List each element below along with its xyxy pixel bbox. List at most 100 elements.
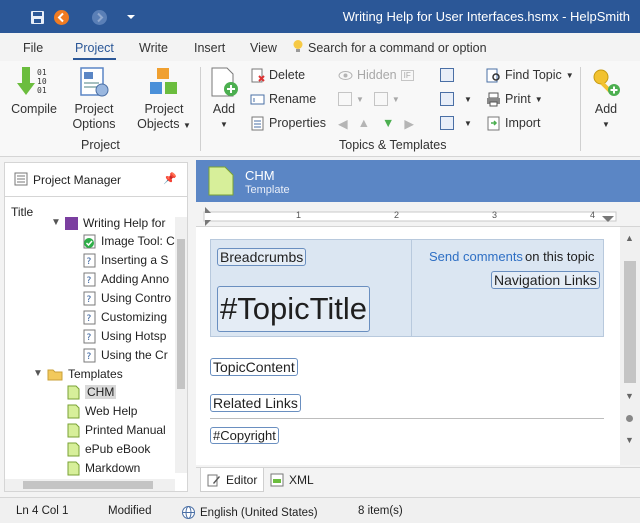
compile-button[interactable]: 01 10 01 Compile	[10, 65, 58, 117]
topic-question-icon: ?	[83, 348, 96, 362]
ruler[interactable]: 1 2 3 4	[196, 205, 640, 227]
tab-file[interactable]: File	[23, 41, 43, 55]
document-edit-icon	[373, 92, 388, 106]
back-icon[interactable]	[52, 7, 70, 27]
chevron-down-icon[interactable]: ▼	[33, 368, 43, 379]
template-icon	[67, 461, 80, 475]
language-label: English (United States)	[200, 506, 318, 519]
copyright-field[interactable]: #Copyright	[210, 427, 279, 444]
command-search[interactable]: Search for a command or option	[292, 39, 487, 57]
delete-button[interactable]: Delete	[250, 65, 305, 85]
window-title: Writing Help for User Interfaces.hsmx - …	[342, 9, 630, 24]
topic-question-icon: ?	[83, 253, 96, 267]
browse-object-icon[interactable]	[626, 415, 633, 422]
tree-item-topic[interactable]: ? Using Contro	[83, 289, 171, 307]
title-bar: Writing Help for User Interfaces.hsmx - …	[0, 0, 640, 33]
topics-group-label: Topics & Templates	[339, 138, 447, 152]
tab-xml[interactable]: XML	[264, 468, 320, 492]
tab-editor[interactable]: Editor	[200, 468, 265, 492]
topic-content-field[interactable]: TopicContent	[210, 358, 298, 376]
tree-item-topic[interactable]: ? Adding Anno	[83, 270, 169, 288]
layout-icon	[440, 68, 454, 82]
globe-icon	[182, 506, 195, 519]
tree-item-template[interactable]: Web Help	[67, 402, 137, 420]
project-objects-button[interactable]: Project Objects ▼	[136, 65, 192, 133]
scroll-down-icon[interactable]: ▼	[625, 391, 634, 401]
page-down-icon[interactable]: ▼	[625, 435, 634, 445]
project-tree: Title ▼ Writing Help for Image Tool: C ?…	[4, 196, 188, 492]
tree-item-template-chm[interactable]: CHM	[67, 383, 117, 401]
add-topic-button[interactable]: Add ▼	[206, 65, 242, 132]
tab-insert[interactable]: Insert	[194, 41, 225, 55]
print-button[interactable]: Print ▼	[486, 89, 543, 109]
tree-item-templates-folder[interactable]: Templates	[47, 365, 123, 383]
printer-icon	[487, 92, 500, 106]
language-status[interactable]: English (United States)	[181, 505, 318, 520]
rename-button[interactable]: Rename	[250, 89, 316, 109]
svg-text:?: ?	[87, 257, 92, 267]
layout-tool-3[interactable]: ▼	[440, 113, 472, 133]
scroll-thumb[interactable]	[177, 239, 185, 389]
hidden-toggle[interactable]: Hidden IF	[338, 65, 414, 85]
cubes-icon	[150, 68, 177, 94]
arrow-right-icon[interactable]: ▶	[404, 116, 414, 131]
editor-vertical-scrollbar[interactable]: ▲ ▼ ▼	[620, 227, 640, 465]
import-button[interactable]: Import	[486, 113, 540, 133]
tab-view[interactable]: View	[250, 41, 277, 55]
tree-item-root-topic[interactable]: Writing Help for	[65, 214, 165, 232]
scroll-thumb[interactable]	[624, 261, 636, 383]
document-header: CHM Template	[196, 160, 640, 202]
scroll-thumb[interactable]	[23, 481, 153, 489]
template-editor[interactable]: Breadcrumbs Send comments on this topic …	[196, 227, 620, 465]
project-objects-label-1: Project	[144, 102, 184, 116]
layout-tool-2[interactable]: ▼	[440, 89, 472, 109]
add-document-icon	[211, 67, 238, 97]
tree-item-topic[interactable]: ? Inserting a S	[83, 251, 168, 269]
topic-complete-icon	[83, 234, 96, 248]
quick-access-dropdown-icon[interactable]	[124, 7, 138, 27]
tree-vertical-scrollbar[interactable]	[175, 217, 187, 473]
layout-tool-1[interactable]	[440, 65, 454, 85]
svg-text:?: ?	[87, 333, 92, 343]
arrow-left-icon[interactable]: ◀	[338, 116, 348, 131]
find-topic-label: Find Topic	[505, 68, 562, 82]
tree-item-topic[interactable]: ? Using Hotsp	[83, 327, 166, 345]
editor-tabs: Editor XML	[196, 467, 640, 492]
send-comments-suffix: on this topic	[525, 249, 595, 264]
tree-horizontal-scrollbar[interactable]	[5, 479, 175, 491]
arrow-down-icon[interactable]: ▼	[382, 116, 394, 130]
properties-label: Properties	[269, 116, 326, 130]
chevron-down-icon: ▼	[464, 118, 472, 128]
send-comments-link[interactable]: Send comments	[429, 249, 523, 264]
tree-item-topic[interactable]: ? Customizing	[83, 308, 167, 326]
save-icon[interactable]	[28, 7, 46, 27]
pin-icon[interactable]: 📌	[163, 172, 177, 185]
lightbulb-icon	[292, 39, 304, 57]
if-icon: IF	[400, 69, 414, 81]
related-links-field[interactable]: Related Links	[210, 394, 301, 412]
tab-write[interactable]: Write	[139, 41, 168, 55]
ribbon: 01 10 01 Compile Project Options Project…	[0, 61, 640, 157]
tree-item-template[interactable]: Printed Manual	[67, 421, 166, 439]
chevron-down-icon: ▼	[220, 120, 228, 129]
tree-item-template[interactable]: Markdown	[67, 459, 140, 477]
navigation-links-field[interactable]: Navigation Links	[491, 271, 600, 289]
add-key-button[interactable]: Add ▼	[588, 65, 624, 132]
tree-item-topic[interactable]: ? Using the Cr	[83, 346, 168, 364]
arrow-up-icon[interactable]: ▲	[358, 116, 370, 130]
ribbon-separator	[200, 67, 201, 151]
find-topic-button[interactable]: Find Topic ▼	[486, 65, 574, 85]
tab-project[interactable]: Project	[73, 41, 116, 60]
scroll-up-icon[interactable]: ▲	[625, 233, 634, 243]
properties-button[interactable]: Properties	[250, 113, 326, 133]
chevron-down-icon[interactable]: ▼	[51, 217, 61, 228]
breadcrumbs-field[interactable]: Breadcrumbs	[217, 248, 307, 266]
tree-item-topic[interactable]: Image Tool: C	[83, 232, 175, 250]
tree-item-template[interactable]: ePub eBook	[67, 440, 150, 458]
forward-icon[interactable]	[90, 7, 108, 27]
chevron-down-icon: ▼	[356, 94, 364, 104]
topic-title-field[interactable]: #TopicTitle	[217, 286, 371, 332]
svg-text:10: 10	[37, 77, 47, 86]
svg-text:?: ?	[87, 314, 92, 324]
project-options-button[interactable]: Project Options	[70, 65, 118, 132]
